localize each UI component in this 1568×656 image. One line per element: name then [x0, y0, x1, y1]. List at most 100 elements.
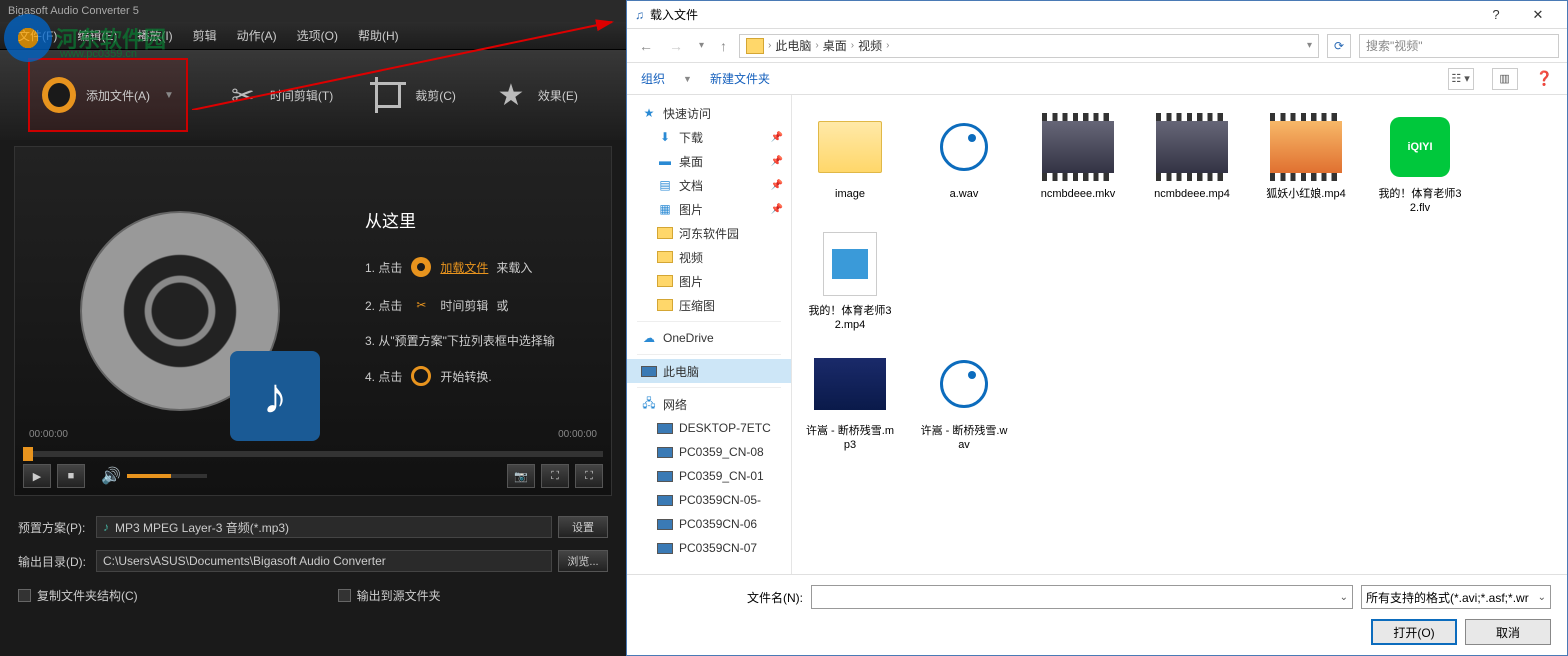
reel-small-icon — [410, 256, 432, 278]
file-item[interactable]: iQIYI我的！体育老师32.flv — [1370, 107, 1470, 220]
view-mode-button[interactable]: ☷ ▾ — [1448, 68, 1474, 90]
dialog-body: ★快速访问 ⬇下载📌 ▬桌面📌 ▤文档📌 ▦图片📌 河东软件园 视频 图片 压缩… — [627, 95, 1567, 574]
tree-net2[interactable]: PC0359_CN-08 — [627, 440, 791, 464]
filetype-filter[interactable]: 所有支持的格式(*.avi;*.asf;*.wr⌄ — [1361, 585, 1551, 609]
add-file-button[interactable]: 添加文件(A) ▼ — [28, 58, 188, 132]
load-file-link[interactable]: 加载文件 — [440, 259, 488, 276]
preset-row: 预置方案(P): ♪ MP3 MPEG Layer-3 音频(*.mp3) 设置 — [18, 510, 608, 544]
tree-pictures2[interactable]: 图片 — [627, 269, 791, 293]
tree-net4[interactable]: PC0359CN-05- — [627, 488, 791, 512]
volume-slider[interactable] — [127, 474, 207, 478]
guide-step-2: 2. 点击 ✂ 时间剪辑 或 — [365, 294, 611, 316]
tree-hedong[interactable]: 河东软件园 — [627, 221, 791, 245]
dropdown-icon: ▼ — [164, 90, 174, 101]
crumb-dropdown-icon[interactable]: ▾ — [1307, 40, 1312, 51]
settings-fields: 预置方案(P): ♪ MP3 MPEG Layer-3 音频(*.mp3) 设置… — [0, 502, 626, 620]
nav-up-button[interactable]: ↑ — [716, 38, 731, 54]
crumb-thispc[interactable]: 此电脑 — [775, 37, 811, 54]
file-item[interactable]: 狐妖小红娘.mp4 — [1256, 107, 1356, 220]
crop-label: 裁剪(C) — [415, 87, 456, 104]
file-item[interactable]: image — [800, 107, 900, 220]
audio-icon — [940, 123, 988, 171]
checkbox-icon — [18, 589, 31, 602]
output-path-field[interactable]: C:\Users\ASUS\Documents\Bigasoft Audio C… — [96, 550, 552, 572]
crumb-video[interactable]: 视频 — [858, 37, 882, 54]
watermark-logo — [4, 14, 52, 62]
seek-slider[interactable] — [23, 451, 603, 457]
nav-recent-dropdown[interactable]: ▾ — [695, 40, 708, 51]
new-folder-button[interactable]: 新建文件夹 — [710, 70, 770, 87]
file-item[interactable]: a.wav — [914, 107, 1014, 220]
filename-label: 文件名(N): — [643, 589, 803, 606]
tree-documents[interactable]: ▤文档📌 — [627, 173, 791, 197]
nav-forward-button[interactable]: → — [665, 38, 687, 54]
search-input[interactable]: 搜索"视频" — [1359, 34, 1559, 58]
time-display: 00:00:00 00:00:00 — [23, 429, 603, 447]
tree-pictures[interactable]: ▦图片📌 — [627, 197, 791, 221]
copy-structure-checkbox[interactable]: 复制文件夹结构(C) — [18, 587, 138, 604]
effect-button[interactable]: ★ 效果(E) — [494, 78, 578, 112]
preset-dropdown[interactable]: ♪ MP3 MPEG Layer-3 音频(*.mp3) — [96, 516, 552, 538]
filename-input[interactable]: ⌄ — [811, 585, 1353, 609]
menu-option[interactable]: 选项(O) — [297, 27, 338, 44]
tree-quick-access[interactable]: ★快速访问 — [627, 101, 791, 125]
help-button[interactable]: ? — [1475, 1, 1517, 28]
breadcrumb[interactable]: › 此电脑› 桌面› 视频› ▾ — [739, 34, 1319, 58]
snapshot-button[interactable]: 📷 — [507, 464, 535, 488]
dialog-buttons: 打开(O) 取消 — [643, 619, 1551, 645]
play-button[interactable]: ▶ — [23, 464, 51, 488]
tree-onedrive[interactable]: ☁OneDrive — [627, 326, 791, 350]
preset-label: 预置方案(P): — [18, 519, 90, 536]
open-button[interactable]: 打开(O) — [1371, 619, 1457, 645]
tree-net6[interactable]: PC0359CN-07 — [627, 536, 791, 560]
scissor-icon: ✂ — [226, 78, 260, 112]
folder-icon — [746, 38, 764, 54]
refresh-button[interactable]: ⟳ — [1327, 34, 1351, 58]
guide-step-3: 3. 从"预置方案"下拉列表框中选择输 — [365, 332, 611, 349]
dialog-titlebar: ♫ 载入文件 ? ✕ — [627, 1, 1567, 29]
menu-action[interactable]: 动作(A) — [237, 27, 277, 44]
file-item[interactable]: 许嵩 - 断桥残雪.mp3 — [800, 344, 900, 457]
file-item[interactable]: ncmbdeee.mkv — [1028, 107, 1128, 220]
add-file-label: 添加文件(A) — [86, 87, 150, 104]
volume-icon[interactable]: 🔊 — [101, 466, 121, 486]
output-row: 输出目录(D): C:\Users\ASUS\Documents\Bigasof… — [18, 544, 608, 578]
checkbox-row: 复制文件夹结构(C) 输出到源文件夹 — [18, 578, 608, 612]
tree-net3[interactable]: PC0359_CN-01 — [627, 464, 791, 488]
iqiyi-icon: iQIYI — [1390, 117, 1450, 177]
stop-button[interactable]: ■ — [57, 464, 85, 488]
bigasoft-app: Bigasoft Audio Converter 5 河东软件园 www.pc0… — [0, 0, 626, 656]
album-art-icon — [814, 358, 886, 410]
cancel-button[interactable]: 取消 — [1465, 619, 1551, 645]
folder-icon — [818, 121, 882, 173]
browse-button[interactable]: 浏览... — [558, 550, 608, 572]
organize-menu[interactable]: 组织 — [641, 70, 665, 87]
fullscreen-button[interactable]: ⛶ — [575, 464, 603, 488]
tree-net1[interactable]: DESKTOP-7ETC — [627, 416, 791, 440]
file-item[interactable]: 我的！体育老师32.mp4 — [800, 224, 900, 337]
tree-network[interactable]: 🖧网络 — [627, 392, 791, 416]
combo-dropdown-icon[interactable]: ⌄ — [1340, 592, 1348, 603]
tree-desktop[interactable]: ▬桌面📌 — [627, 149, 791, 173]
nav-back-button[interactable]: ← — [635, 38, 657, 54]
tree-zip[interactable]: 压缩图 — [627, 293, 791, 317]
checkbox-icon — [338, 589, 351, 602]
tree-downloads[interactable]: ⬇下载📌 — [627, 125, 791, 149]
dialog-help-icon[interactable]: ❓ — [1536, 70, 1553, 87]
preview-pane-button[interactable]: ▥ — [1492, 68, 1518, 90]
output-to-source-checkbox[interactable]: 输出到源文件夹 — [338, 587, 441, 604]
close-button[interactable]: ✕ — [1517, 1, 1559, 28]
output-value: C:\Users\ASUS\Documents\Bigasoft Audio C… — [103, 554, 386, 568]
dialog-navbar: ← → ▾ ↑ › 此电脑› 桌面› 视频› ▾ ⟳ 搜索"视频" — [627, 29, 1567, 63]
tree-video[interactable]: 视频 — [627, 245, 791, 269]
crop-button[interactable]: 裁剪(C) — [371, 78, 456, 112]
tree-thispc[interactable]: 此电脑 — [627, 359, 791, 383]
preset-settings-button[interactable]: 设置 — [558, 516, 608, 538]
crumb-desktop[interactable]: 桌面 — [823, 37, 847, 54]
menu-help[interactable]: 帮助(H) — [358, 27, 399, 44]
time-trim-button[interactable]: ✂ 时间剪辑(T) — [226, 78, 333, 112]
expand-button[interactable]: ⛶ — [541, 464, 569, 488]
file-item[interactable]: 许嵩 - 断桥残雪.wav — [914, 344, 1014, 457]
file-item[interactable]: ncmbdeee.mp4 — [1142, 107, 1242, 220]
tree-net5[interactable]: PC0359CN-06 — [627, 512, 791, 536]
